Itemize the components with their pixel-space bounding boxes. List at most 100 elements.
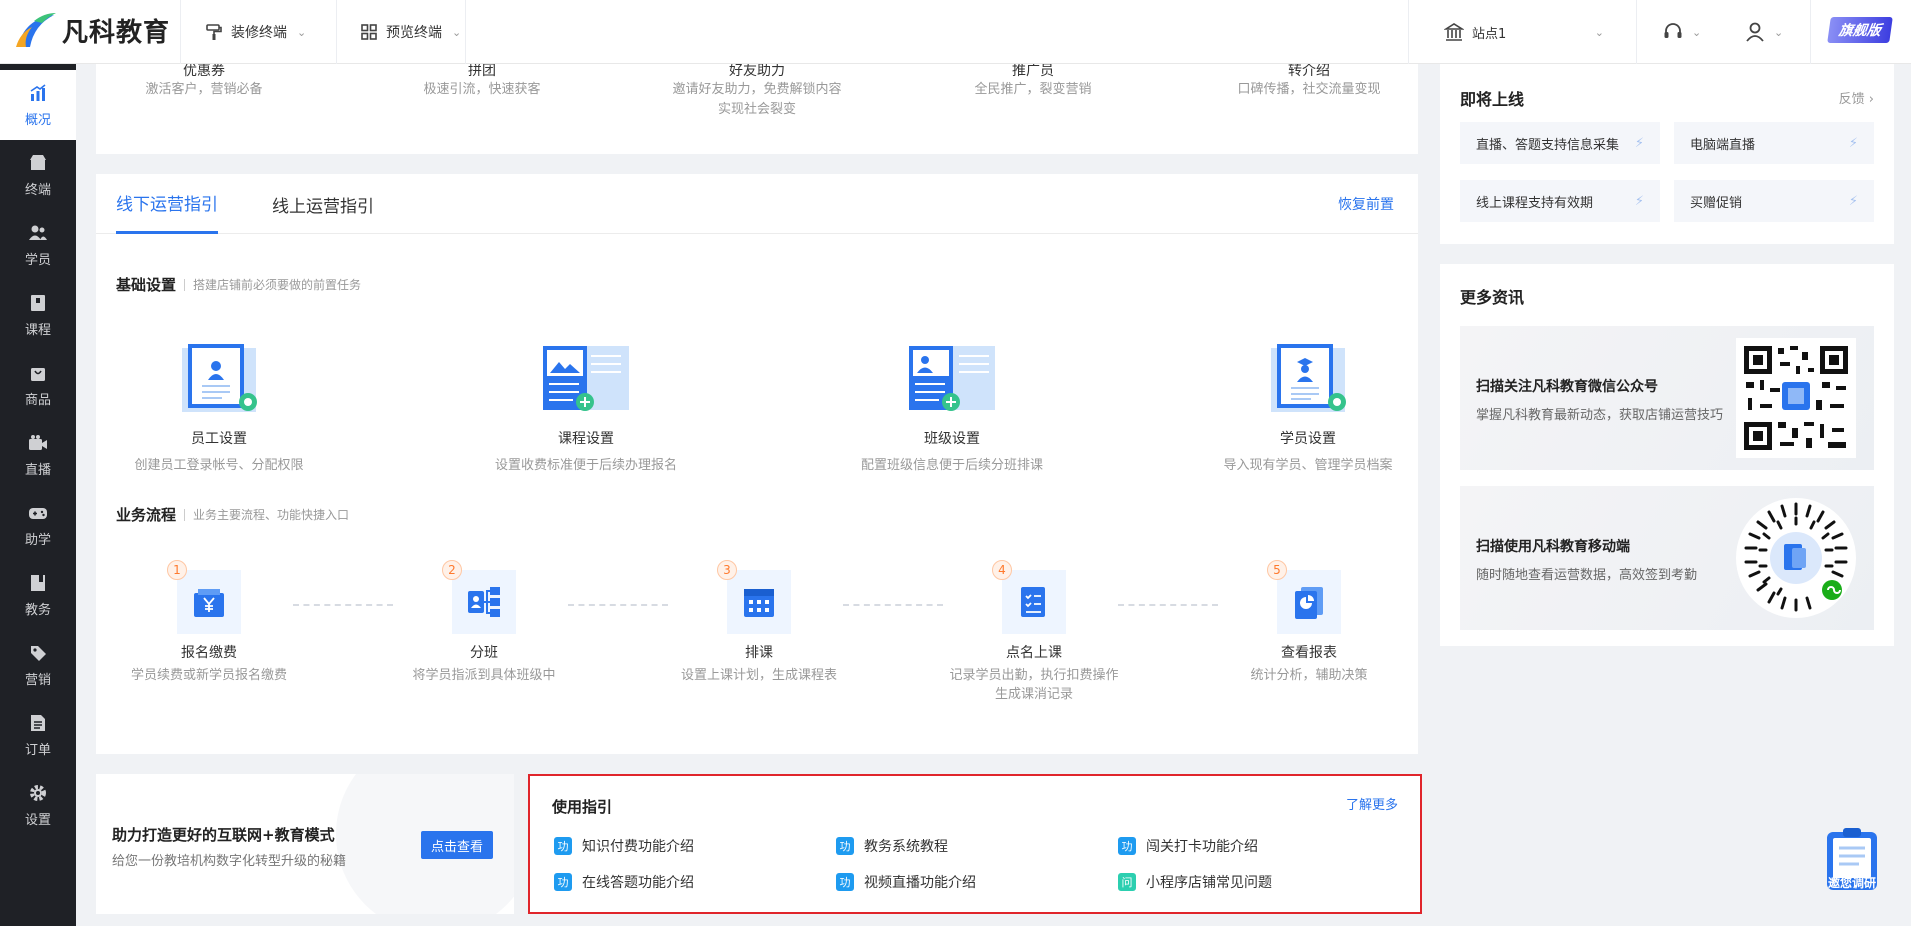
flow-report[interactable]: 5 查看报表 统计分析，辅助决策 [1209, 560, 1409, 685]
preview-menu[interactable]: 预览终端 ⌄ [360, 0, 461, 64]
promo-coupon[interactable]: 优惠券 激活客户，营销必备 [104, 62, 304, 100]
promo-desc: 全民推广，裂变营销 [974, 82, 1092, 97]
flow-title: 点名上课 [1006, 645, 1062, 661]
sidebar-item-academic[interactable]: 教务 [0, 560, 76, 630]
feedback-link[interactable]: 反馈 › [1839, 88, 1874, 107]
sidebar-item-terminal[interactable]: 终端 [0, 140, 76, 210]
setting-course[interactable]: 课程设置 设置收费标准便于后续办理报名 [466, 342, 706, 473]
logo-icon [14, 11, 58, 49]
sidebar-item-study[interactable]: 助学 [0, 490, 76, 560]
sidebar-item-settings[interactable]: 设置 [0, 770, 76, 840]
guide-link-paid-knowledge[interactable]: 功 知识付费功能介绍 [554, 836, 694, 856]
guide-link-quiz[interactable]: 功 在线答题功能介绍 [554, 872, 694, 892]
support-menu[interactable]: ⌄ [1662, 0, 1701, 64]
sidebar-item-live[interactable]: 直播 [0, 420, 76, 490]
tab-offline[interactable]: 线下运营指引 [116, 174, 218, 234]
chart-icon [28, 82, 48, 104]
divider [180, 0, 181, 64]
setting-title: 课程设置 [558, 431, 614, 447]
gear-icon [28, 782, 48, 804]
guide-link-label: 教务系统教程 [864, 839, 948, 855]
chevron-down-icon: ⌄ [1774, 25, 1784, 39]
guide-link-label: 知识付费功能介绍 [582, 839, 694, 855]
setting-student[interactable]: 学员设置 导入现有学员、管理学员档案 [1188, 342, 1428, 473]
feedback-label: 反馈 [1838, 92, 1865, 107]
flow-arrow [568, 604, 668, 606]
survey-float-button[interactable]: 邀您调研 [1821, 826, 1883, 894]
tag-icon [29, 642, 47, 664]
usage-title: 使用指引 [552, 798, 613, 816]
flow-desc: 设置上课计划，生成课程表 [680, 668, 837, 683]
step-number: 1 [167, 560, 187, 580]
business-flow-title: 业务流程 业务主要流程、功能快捷入口 [116, 504, 349, 525]
calendar-icon [744, 589, 774, 617]
grid-icon [360, 23, 378, 41]
sidebar-item-products[interactable]: 商品 [0, 350, 76, 420]
wechat-qr-code [1736, 338, 1856, 458]
wechat-news-item[interactable]: 扫描关注凡科教育微信公众号 掌握凡科教育最新动态，获取店铺运营技巧 [1460, 326, 1874, 470]
flow-title: 报名缴费 [181, 645, 237, 661]
logo[interactable]: 凡科教育 [14, 8, 170, 52]
promo-referral[interactable]: 转介绍 口碑传播，社交流量变现 [1209, 62, 1409, 100]
view-now-button[interactable]: 点击查看 [421, 831, 493, 859]
users-icon [29, 222, 47, 244]
site-selector[interactable]: 站点1 ⌄ [1444, 0, 1604, 64]
setting-title: 员工设置 [191, 431, 247, 447]
sidebar-item-students[interactable]: 学员 [0, 210, 76, 280]
flow-roll-call[interactable]: 4 点名上课 记录学员出勤，执行扣费操作 生成课消记录 [934, 560, 1134, 704]
banner-desc: 给您一份教培机构数字化转型升级的秘籍 [112, 854, 347, 869]
sidebar-item-label: 直播 [24, 463, 51, 478]
promo-desc: 激活客户，营销必备 [145, 82, 263, 97]
upcoming-item-label: 电脑端直播 [1690, 137, 1756, 153]
chevron-down-icon: ⌄ [452, 25, 462, 39]
flow-assign-class[interactable]: 2 分班 将学员指派到具体班级中 [384, 560, 584, 685]
vip-badge[interactable]: 旗舰版 [1827, 17, 1893, 43]
checklist-icon [1021, 587, 1045, 617]
sidebar-item-courses[interactable]: 课程 [0, 280, 76, 350]
guide-link-live[interactable]: 功 视频直播功能介绍 [836, 872, 976, 892]
promo-group-buy[interactable]: 拼团 极速引流，快速获客 [382, 62, 582, 100]
user-menu[interactable]: ⌄ [1744, 0, 1783, 64]
usage-guide-card: 使用指引 了解更多 功 知识付费功能介绍 功 教务系统教程 功 闯关打卡功能介绍… [528, 774, 1422, 914]
guide-link-faq[interactable]: 问 小程序店铺常见问题 [1118, 872, 1272, 892]
notebook-icon [30, 572, 46, 594]
step-number: 4 [992, 560, 1012, 580]
upcoming-item: 线上课程支持有效期 ⚡︎ [1460, 180, 1660, 222]
decorate-menu[interactable]: 装修终端 ⌄ [205, 0, 306, 64]
sidebar-item-label: 课程 [24, 323, 51, 338]
setting-class[interactable]: 班级设置 配置班级信息便于后续分班排课 [832, 342, 1072, 473]
flow-desc: 统计分析，辅助决策 [1250, 668, 1368, 683]
mobile-app-news-item[interactable]: 扫描使用凡科教育移动端 随时随地查看运营数据，高效签到考勤 [1460, 486, 1874, 630]
setting-staff[interactable]: 员工设置 创建员工登录帐号、分配权限 [99, 342, 339, 473]
sidebar-item-label: 助学 [24, 533, 51, 548]
flow-schedule[interactable]: 3 排课 设置上课计划，生成课程表 [659, 560, 859, 685]
tab-online[interactable]: 线上运营指引 [272, 174, 374, 234]
section-title: 基础设置 [116, 276, 177, 294]
flow-enroll[interactable]: 1 报名缴费 学员续费或新学员报名缴费 [109, 560, 309, 685]
sidebar-item-label: 终端 [24, 183, 51, 198]
preview-menu-label: 预览终端 [386, 25, 442, 41]
setting-desc: 设置收费标准便于后续办理报名 [494, 458, 677, 473]
promo-friend-help[interactable]: 好友助力 邀请好友助力，免费解锁内容 实现社会裂变 [657, 62, 857, 120]
more-news-card: 更多资讯 扫描关注凡科教育微信公众号 掌握凡科教育最新动态，获取店铺运营技巧 扫… [1440, 264, 1894, 646]
building-icon [1444, 22, 1464, 42]
sidebar-item-orders[interactable]: 订单 [0, 700, 76, 770]
promo-title: 转介绍 [1288, 63, 1330, 79]
flow-title: 查看报表 [1281, 645, 1337, 661]
upcoming-title: 即将上线 [1460, 90, 1525, 109]
headset-icon [1662, 21, 1684, 43]
guide-link-academic[interactable]: 功 教务系统教程 [836, 836, 948, 856]
news-item-desc: 随时随地查看运营数据，高效签到考勤 [1476, 568, 1698, 583]
sidebar-item-overview[interactable]: 概况 [0, 70, 76, 140]
guide-link-checkin[interactable]: 功 闯关打卡功能介绍 [1118, 836, 1258, 856]
banner-title: 助力打造更好的互联网+教育模式 [112, 826, 335, 844]
course-card-icon [543, 346, 629, 411]
paint-roller-icon [205, 23, 223, 41]
learn-more-link[interactable]: 了解更多 [1346, 794, 1398, 813]
restore-link[interactable]: 恢复前置 [1338, 194, 1394, 214]
sidebar-item-label: 学员 [24, 253, 51, 268]
sidebar-item-marketing[interactable]: 营销 [0, 630, 76, 700]
promo-promoter[interactable]: 推广员 全民推广，裂变营销 [933, 62, 1133, 100]
promo-title: 推广员 [1012, 63, 1054, 79]
document-icon [30, 712, 46, 734]
